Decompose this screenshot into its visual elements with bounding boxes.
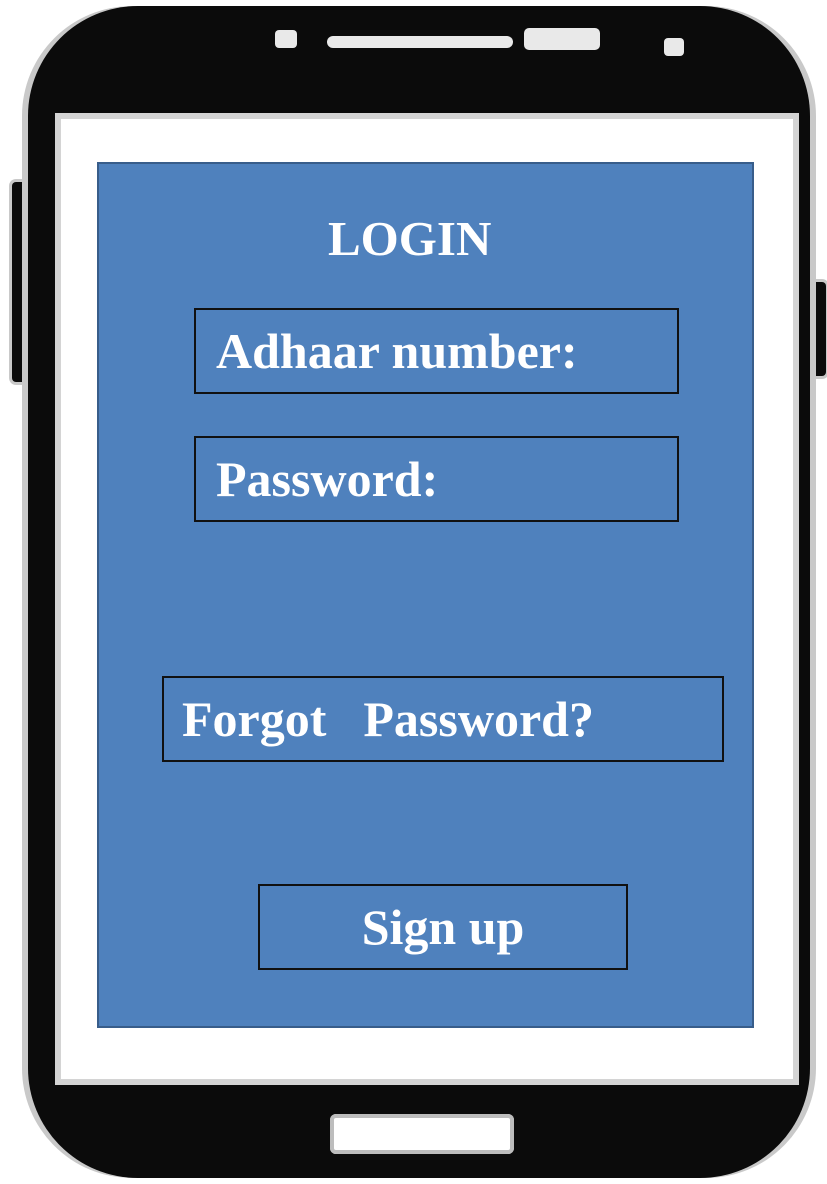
light-sensor-icon <box>664 38 684 56</box>
sign-up-label: Sign up <box>361 899 525 955</box>
proximity-sensor <box>524 28 600 50</box>
adhaar-number-field[interactable]: Adhaar number: <box>194 308 679 394</box>
home-button[interactable] <box>330 1114 514 1154</box>
earpiece-speaker <box>327 36 513 48</box>
password-field[interactable]: Password: <box>194 436 679 522</box>
password-label: Password: <box>216 451 439 507</box>
adhaar-number-label: Adhaar number: <box>216 323 578 379</box>
forgot-password-button[interactable]: Forgot Password? <box>162 676 724 762</box>
front-camera-icon <box>275 30 297 48</box>
forgot-password-label: Forgot Password? <box>182 691 594 747</box>
login-title: LOGIN <box>328 211 492 266</box>
sign-up-button[interactable]: Sign up <box>258 884 628 970</box>
